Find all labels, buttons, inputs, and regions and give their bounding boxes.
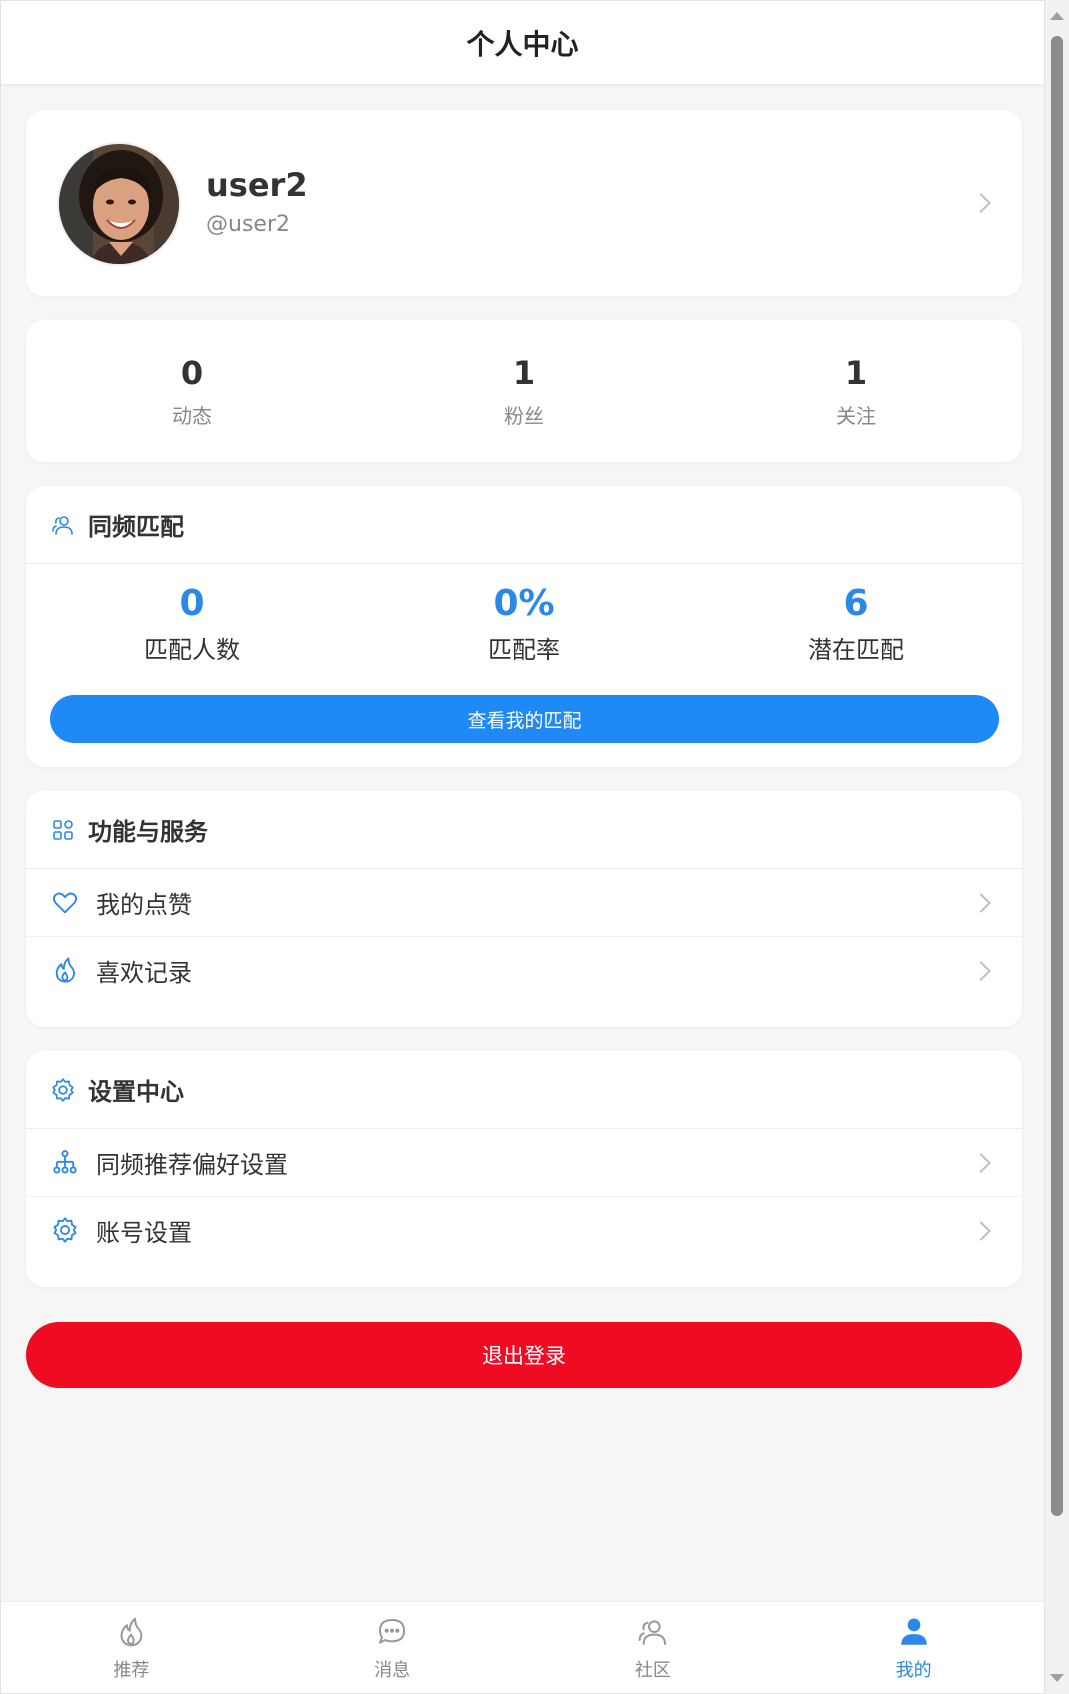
menu-item-label: 同频推荐偏好设置 [96,1151,288,1179]
stat-label: 粉丝 [504,403,544,428]
stat-posts[interactable]: 0 动态 [26,320,358,462]
top-bar: 个人中心 [1,1,1044,85]
menu-item-like-history[interactable]: 喜欢记录 [26,936,1022,1003]
menu-item-my-likes[interactable]: 我的点赞 [26,869,1022,936]
match-stats: 0 匹配人数 0% 匹配率 6 潜在匹配 [26,564,1022,684]
gear-icon [50,1077,76,1103]
chevron-right-icon [971,893,991,913]
section-title: 同频匹配 [88,513,184,541]
match-stat-label: 匹配人数 [144,636,240,664]
page-title: 个人中心 [466,27,579,61]
tab-label: 社区 [634,1659,671,1681]
match-stat-label: 匹配率 [488,636,560,664]
menu-item-recommend-preferences[interactable]: 同频推荐偏好设置 [26,1129,1022,1196]
menu-item-label: 我的点赞 [96,891,192,919]
scroll-up-arrow-icon[interactable] [1050,12,1064,20]
tab-mine[interactable]: 我的 [783,1602,1044,1693]
match-stat-value: 6 [843,583,869,624]
chevron-right-icon [971,193,991,213]
menu-item-account-settings[interactable]: 账号设置 [26,1196,1022,1263]
chevron-right-icon [971,961,991,981]
stat-value: 1 [844,353,868,392]
tab-label: 消息 [374,1659,411,1681]
stat-value: 1 [512,353,536,392]
stat-label: 关注 [836,403,876,428]
settings-section-header: 设置中心 [26,1051,1022,1129]
stat-label: 动态 [172,403,212,428]
tab-recommend[interactable]: 推荐 [1,1602,262,1693]
match-section-header: 同频匹配 [26,486,1022,564]
services-section-header: 功能与服务 [26,791,1022,869]
match-card: 同频匹配 0 匹配人数 0% 匹配率 6 潜在匹配 查看我的匹配 [26,486,1022,767]
hierarchy-icon [50,1148,80,1178]
bottom-tab-bar: 推荐 消息 社区 我的 [1,1601,1044,1693]
menu-item-label: 喜欢记录 [96,958,192,987]
tab-community[interactable]: 社区 [523,1602,784,1693]
fire-icon [113,1614,149,1650]
section-title: 功能与服务 [88,818,208,846]
people-icon [635,1614,671,1650]
match-stat-label: 潜在匹配 [808,636,904,664]
person-icon [896,1614,932,1650]
match-stat-count: 0 匹配人数 [26,564,358,684]
stat-followers[interactable]: 1 粉丝 [358,320,690,462]
gear-icon [50,1215,80,1245]
services-card: 功能与服务 我的点赞 喜欢记录 [26,791,1022,1027]
chevron-right-icon [971,1221,991,1241]
match-stat-potential: 6 潜在匹配 [690,564,1022,684]
heart-icon [50,888,80,918]
menu-item-label: 账号设置 [96,1218,192,1247]
scroll-down-arrow-icon[interactable] [1050,1674,1064,1682]
tab-label: 推荐 [113,1659,150,1681]
stat-following[interactable]: 1 关注 [690,320,1022,462]
logout-button[interactable]: 退出登录 [26,1322,1022,1388]
match-stat-value: 0 [179,583,205,624]
tab-label: 我的 [895,1659,932,1681]
view-matches-button[interactable]: 查看我的匹配 [50,695,999,743]
avatar[interactable] [57,142,181,266]
fire-icon [50,955,80,985]
app-screen: 个人中心 user2 @user2 0 动态 1 粉丝 1 关注 同频匹配 0 … [0,0,1045,1694]
match-stat-rate: 0% 匹配率 [358,564,690,684]
section-title: 设置中心 [88,1078,184,1106]
grid-icon [50,817,76,843]
chat-icon [374,1614,410,1650]
stats-card: 0 动态 1 粉丝 1 关注 [26,320,1022,462]
profile-handle: @user2 [206,212,290,237]
scrollbar[interactable] [1045,0,1069,1694]
stat-value: 0 [180,353,204,392]
match-stat-value: 0% [493,583,555,624]
tab-messages[interactable]: 消息 [262,1602,523,1693]
scrollbar-thumb[interactable] [1051,36,1063,1516]
settings-card: 设置中心 同频推荐偏好设置 账号设置 [26,1051,1022,1287]
profile-name: user2 [206,166,308,204]
people-icon [50,512,76,538]
chevron-right-icon [971,1153,991,1173]
profile-card[interactable]: user2 @user2 [26,110,1022,296]
